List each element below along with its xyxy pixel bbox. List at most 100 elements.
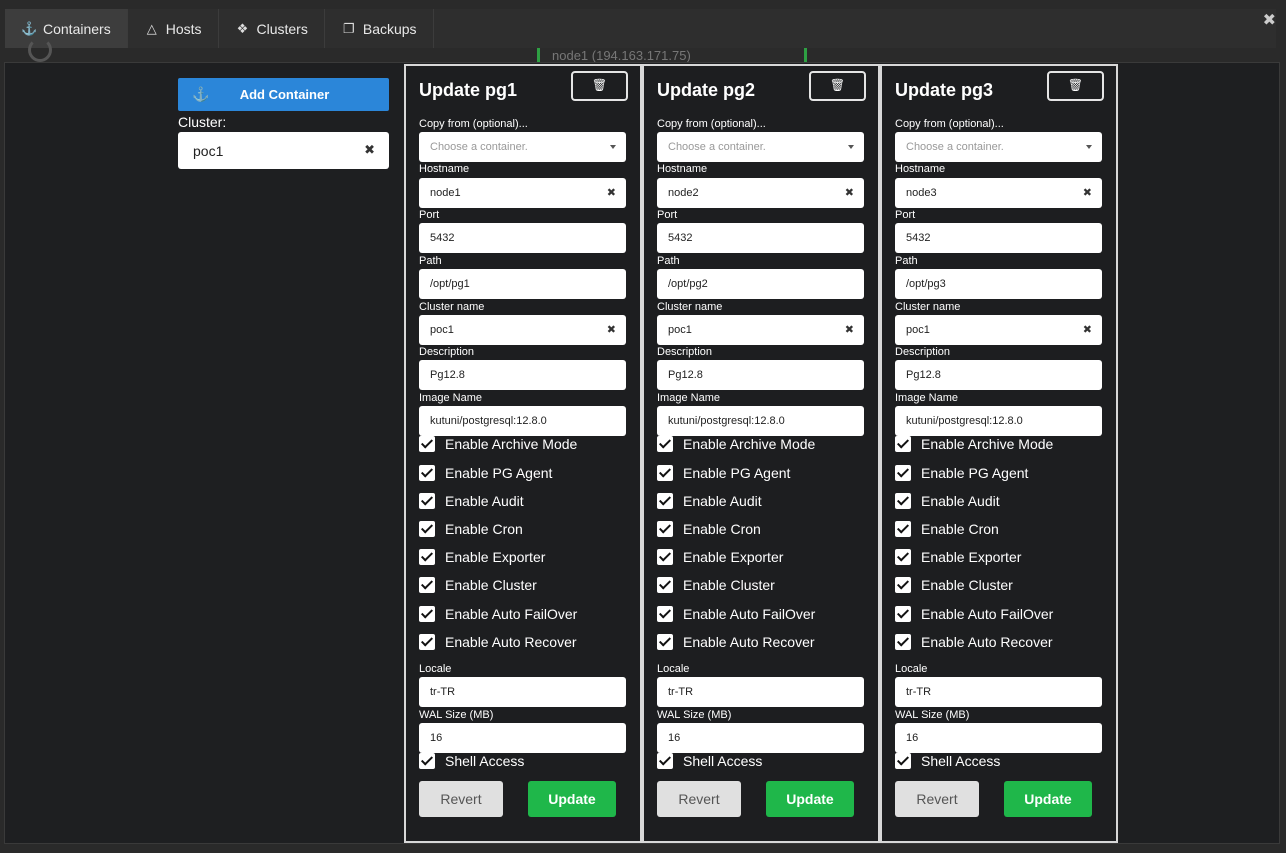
locale-field[interactable]: tr-TR xyxy=(657,677,864,707)
shell-access-checkbox[interactable]: Shell Access xyxy=(657,753,762,769)
cluster-select[interactable]: poc1 ✖ xyxy=(178,132,389,169)
cluster-name-field[interactable]: poc1 ✖ xyxy=(657,315,864,345)
shell-access-checkbox[interactable]: Shell Access xyxy=(895,753,1000,769)
checkbox-checked-icon[interactable] xyxy=(419,634,435,650)
locale-field[interactable]: tr-TR xyxy=(895,677,1102,707)
option-checkbox[interactable]: Enable PG Agent xyxy=(657,465,790,481)
update-button[interactable]: Update xyxy=(1004,781,1092,817)
close-icon[interactable]: ✖ xyxy=(1263,10,1276,30)
checkbox-checked-icon[interactable] xyxy=(895,753,911,769)
wal-size-field[interactable]: 16 xyxy=(895,723,1102,753)
option-checkbox[interactable]: Enable Cron xyxy=(895,521,999,537)
tab-containers[interactable]: ⚓ Containers xyxy=(5,9,128,48)
revert-button[interactable]: Revert xyxy=(419,781,503,817)
checkbox-checked-icon[interactable] xyxy=(419,436,435,452)
option-checkbox[interactable]: Enable Cron xyxy=(657,521,761,537)
cluster-name-field[interactable]: poc1 ✖ xyxy=(419,315,626,345)
clear-icon[interactable]: ✖ xyxy=(845,323,854,336)
delete-button[interactable]: 🗑 xyxy=(571,71,628,101)
option-checkbox[interactable]: Enable Auto FailOver xyxy=(895,606,1053,622)
copy-from-select[interactable]: Choose a container. xyxy=(895,132,1102,162)
clear-icon[interactable]: ✖ xyxy=(607,186,616,199)
tab-hosts[interactable]: △ Hosts xyxy=(128,9,219,48)
option-checkbox[interactable]: Enable Auto Recover xyxy=(657,634,815,650)
image-name-field[interactable]: kutuni/postgresql:12.8.0 xyxy=(419,406,626,436)
clear-icon[interactable]: ✖ xyxy=(1083,323,1092,336)
shell-access-checkbox[interactable]: Shell Access xyxy=(419,753,524,769)
option-checkbox[interactable]: Enable Audit xyxy=(895,493,1000,509)
checkbox-checked-icon[interactable] xyxy=(895,436,911,452)
checkbox-checked-icon[interactable] xyxy=(895,465,911,481)
checkbox-checked-icon[interactable] xyxy=(657,577,673,593)
revert-button[interactable]: Revert xyxy=(895,781,979,817)
option-checkbox[interactable]: Enable Cluster xyxy=(419,577,537,593)
option-checkbox[interactable]: Enable PG Agent xyxy=(419,465,552,481)
hostname-field[interactable]: node1 ✖ xyxy=(419,178,626,208)
checkbox-checked-icon[interactable] xyxy=(419,577,435,593)
path-field[interactable]: /opt/pg2 xyxy=(657,269,864,299)
path-field[interactable]: /opt/pg3 xyxy=(895,269,1102,299)
add-container-button[interactable]: ⚓ Add Container xyxy=(178,78,389,111)
checkbox-checked-icon[interactable] xyxy=(419,753,435,769)
wal-size-field[interactable]: 16 xyxy=(419,723,626,753)
option-checkbox[interactable]: Enable Audit xyxy=(419,493,524,509)
checkbox-checked-icon[interactable] xyxy=(895,493,911,509)
description-field[interactable]: Pg12.8 xyxy=(419,360,626,390)
copy-from-select[interactable]: Choose a container. xyxy=(657,132,864,162)
checkbox-checked-icon[interactable] xyxy=(419,493,435,509)
option-checkbox[interactable]: Enable Exporter xyxy=(419,549,545,565)
checkbox-checked-icon[interactable] xyxy=(895,521,911,537)
checkbox-checked-icon[interactable] xyxy=(657,753,673,769)
clear-icon[interactable]: ✖ xyxy=(364,142,375,158)
checkbox-checked-icon[interactable] xyxy=(657,634,673,650)
checkbox-checked-icon[interactable] xyxy=(419,606,435,622)
hostname-field[interactable]: node3 ✖ xyxy=(895,178,1102,208)
description-field[interactable]: Pg12.8 xyxy=(895,360,1102,390)
checkbox-checked-icon[interactable] xyxy=(895,549,911,565)
chevron-down-icon[interactable] xyxy=(1086,145,1092,149)
delete-button[interactable]: 🗑 xyxy=(809,71,866,101)
locale-field[interactable]: tr-TR xyxy=(419,677,626,707)
tab-clusters[interactable]: ❖ Clusters xyxy=(219,9,325,48)
checkbox-checked-icon[interactable] xyxy=(657,606,673,622)
port-field[interactable]: 5432 xyxy=(895,223,1102,253)
option-checkbox[interactable]: Enable Auto Recover xyxy=(419,634,577,650)
update-button[interactable]: Update xyxy=(528,781,616,817)
checkbox-checked-icon[interactable] xyxy=(895,634,911,650)
checkbox-checked-icon[interactable] xyxy=(657,521,673,537)
checkbox-checked-icon[interactable] xyxy=(657,549,673,565)
checkbox-checked-icon[interactable] xyxy=(419,465,435,481)
option-checkbox[interactable]: Enable Archive Mode xyxy=(895,436,1053,452)
option-checkbox[interactable]: Enable Archive Mode xyxy=(419,436,577,452)
option-checkbox[interactable]: Enable Cron xyxy=(419,521,523,537)
chevron-down-icon[interactable] xyxy=(848,145,854,149)
option-checkbox[interactable]: Enable Exporter xyxy=(895,549,1021,565)
image-name-field[interactable]: kutuni/postgresql:12.8.0 xyxy=(657,406,864,436)
clear-icon[interactable]: ✖ xyxy=(1083,186,1092,199)
option-checkbox[interactable]: Enable Exporter xyxy=(657,549,783,565)
description-field[interactable]: Pg12.8 xyxy=(657,360,864,390)
revert-button[interactable]: Revert xyxy=(657,781,741,817)
checkbox-checked-icon[interactable] xyxy=(419,549,435,565)
wal-size-field[interactable]: 16 xyxy=(657,723,864,753)
delete-button[interactable]: 🗑 xyxy=(1047,71,1104,101)
image-name-field[interactable]: kutuni/postgresql:12.8.0 xyxy=(895,406,1102,436)
clear-icon[interactable]: ✖ xyxy=(845,186,854,199)
tab-backups[interactable]: ❐ Backups xyxy=(325,9,434,48)
option-checkbox[interactable]: Enable Auto Recover xyxy=(895,634,1053,650)
cluster-name-field[interactable]: poc1 ✖ xyxy=(895,315,1102,345)
option-checkbox[interactable]: Enable Audit xyxy=(657,493,762,509)
option-checkbox[interactable]: Enable Auto FailOver xyxy=(657,606,815,622)
checkbox-checked-icon[interactable] xyxy=(657,493,673,509)
clear-icon[interactable]: ✖ xyxy=(607,323,616,336)
copy-from-select[interactable]: Choose a container. xyxy=(419,132,626,162)
option-checkbox[interactable]: Enable Archive Mode xyxy=(657,436,815,452)
checkbox-checked-icon[interactable] xyxy=(657,436,673,452)
checkbox-checked-icon[interactable] xyxy=(657,465,673,481)
option-checkbox[interactable]: Enable Cluster xyxy=(657,577,775,593)
chevron-down-icon[interactable] xyxy=(610,145,616,149)
hostname-field[interactable]: node2 ✖ xyxy=(657,178,864,208)
port-field[interactable]: 5432 xyxy=(657,223,864,253)
path-field[interactable]: /opt/pg1 xyxy=(419,269,626,299)
checkbox-checked-icon[interactable] xyxy=(895,606,911,622)
